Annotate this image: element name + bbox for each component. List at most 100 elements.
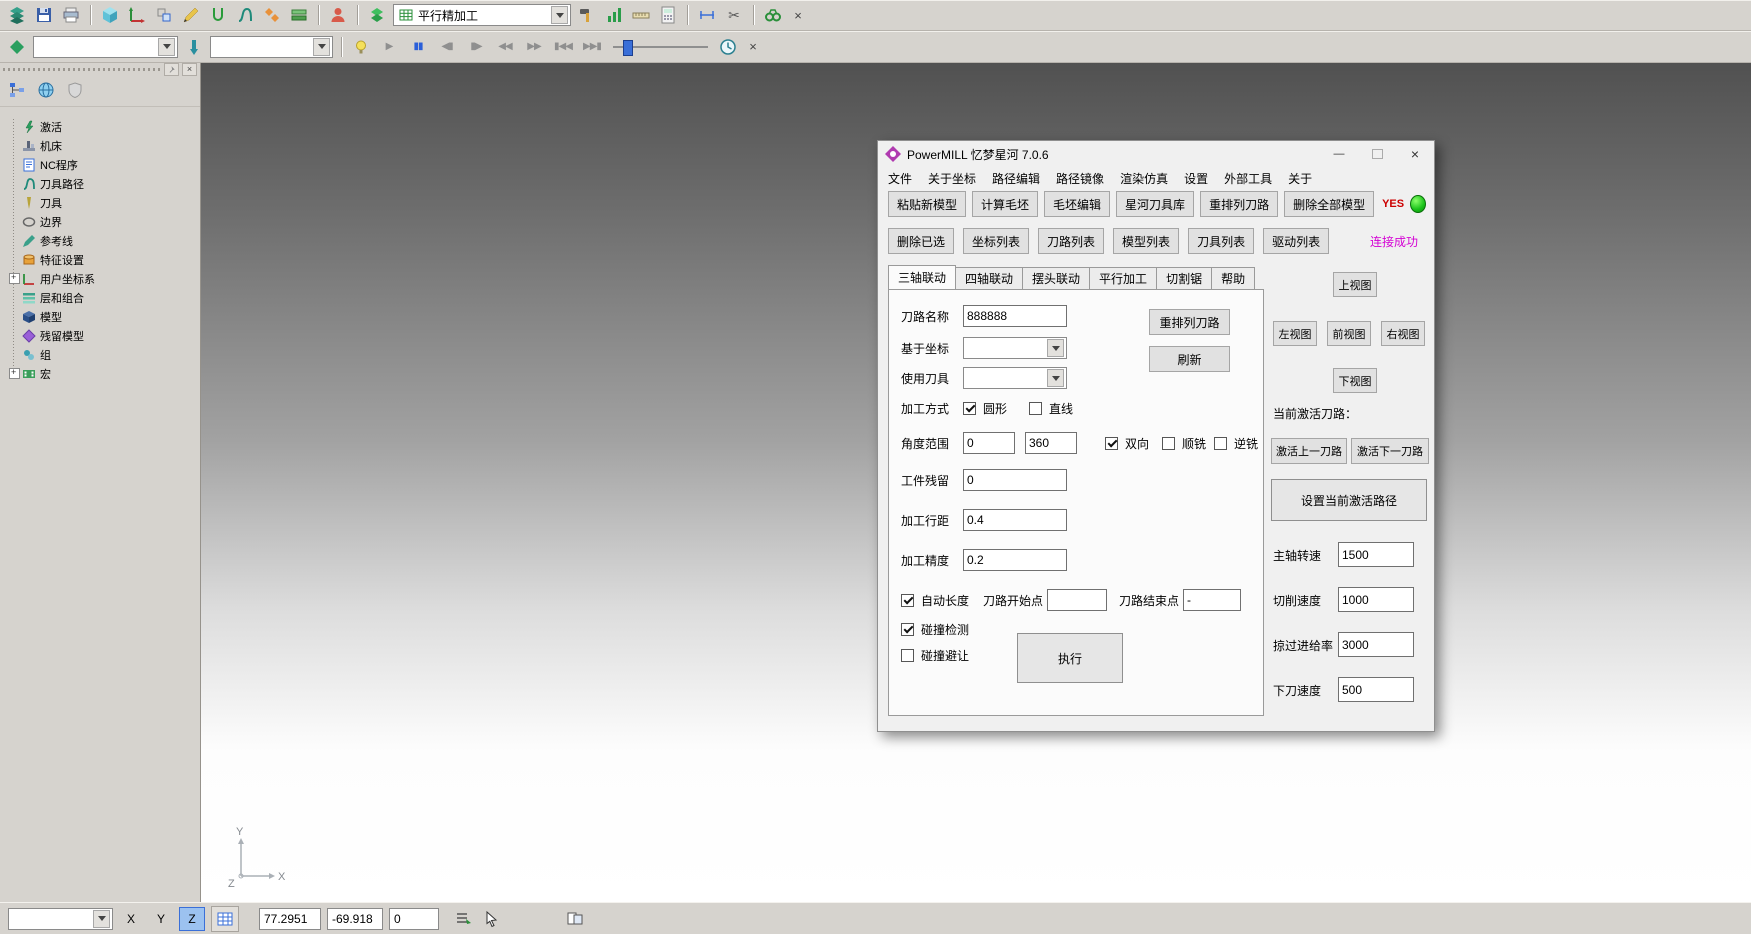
tree-item-activate[interactable]: 激活: [8, 117, 196, 136]
statusbar-combobox[interactable]: [8, 908, 113, 930]
menu-coords[interactable]: 关于坐标: [920, 167, 984, 190]
axis-y-button[interactable]: Y: [149, 908, 173, 930]
tree-item-machine[interactable]: 机床: [8, 136, 196, 155]
stepover-input[interactable]: [963, 509, 1067, 531]
combobox-arrow[interactable]: [551, 6, 568, 24]
binoculars-icon[interactable]: [762, 4, 784, 26]
menu-external-tools[interactable]: 外部工具: [1216, 167, 1280, 190]
menu-path-edit[interactable]: 路径编辑: [984, 167, 1048, 190]
menu-file[interactable]: 文件: [880, 167, 920, 190]
tool-select-icon[interactable]: [183, 36, 205, 58]
panel-refresh-button[interactable]: 刷新: [1149, 346, 1230, 372]
combobox-arrow[interactable]: [93, 910, 110, 928]
view-bottom-button[interactable]: 下视图: [1333, 368, 1377, 393]
toolpath-list-button[interactable]: 刀路列表: [1038, 228, 1104, 254]
tree-item-workplanes[interactable]: 用户坐标系: [8, 269, 196, 288]
go-start-icon[interactable]: ▮◀◀: [551, 36, 575, 58]
tab-4axis[interactable]: 四轴联动: [955, 267, 1023, 289]
combobox-arrow[interactable]: [158, 38, 175, 56]
set-active-path-button[interactable]: 设置当前激活路径: [1271, 479, 1427, 521]
scissors-icon[interactable]: ✂: [723, 4, 745, 26]
toolbar-close-icon[interactable]: ×: [744, 38, 762, 56]
rearrange-toolpaths-button[interactable]: 重排列刀路: [1200, 191, 1278, 217]
block-icon[interactable]: [99, 4, 121, 26]
menu-render-sim[interactable]: 渲染仿真: [1112, 167, 1176, 190]
save-icon[interactable]: [33, 4, 55, 26]
combobox-arrow[interactable]: [313, 38, 330, 56]
dialog-titlebar[interactable]: PowerMILL 忆梦星河 7.0.6 — ×: [878, 141, 1434, 167]
ruler-icon[interactable]: [630, 4, 652, 26]
tree-item-toolpaths[interactable]: 刀具路径: [8, 174, 196, 193]
strategy-preset-combobox[interactable]: 平行精加工: [393, 4, 571, 26]
base-coord-combobox[interactable]: [963, 337, 1067, 359]
block-edit-button[interactable]: 毛坯编辑: [1044, 191, 1110, 217]
pin-icon[interactable]: [164, 63, 179, 76]
panel-rearrange-button[interactable]: 重排列刀路: [1149, 309, 1230, 335]
globe-icon[interactable]: [35, 79, 57, 101]
layers-icon[interactable]: [6, 4, 28, 26]
view-front-button[interactable]: 前视图: [1327, 321, 1371, 346]
panel-close-icon[interactable]: ×: [182, 63, 197, 76]
start-point-input[interactable]: [1047, 589, 1107, 611]
slider-handle[interactable]: [623, 40, 633, 56]
chart-icon[interactable]: [603, 4, 625, 26]
print-icon[interactable]: [60, 4, 82, 26]
view-top-button[interactable]: 上视图: [1333, 272, 1377, 297]
paste-new-model-button[interactable]: 粘贴新模型: [888, 191, 966, 217]
execute-button[interactable]: 执行: [1017, 633, 1123, 683]
calculator-icon[interactable]: [657, 4, 679, 26]
axis-x-button[interactable]: X: [119, 908, 143, 930]
explorer-grip[interactable]: ×: [0, 63, 200, 75]
boundary-icon[interactable]: [207, 4, 229, 26]
workplane-icon[interactable]: [126, 4, 148, 26]
tree-item-feature-sets[interactable]: 特征设置: [8, 250, 196, 269]
animation-speed-slider[interactable]: [613, 38, 708, 56]
tool-library-button[interactable]: 星河刀具库: [1116, 191, 1194, 217]
tab-3axis[interactable]: 三轴联动: [888, 265, 956, 289]
expand-icon[interactable]: [9, 273, 20, 284]
auto-length-checkbox[interactable]: [901, 594, 914, 607]
tree-item-tools[interactable]: 刀具: [8, 193, 196, 212]
model-list-button[interactable]: 模型列表: [1113, 228, 1179, 254]
end-point-input[interactable]: [1183, 589, 1241, 611]
collision-avoid-checkbox[interactable]: [901, 649, 914, 662]
cutting-feed-input[interactable]: [1338, 587, 1414, 612]
expand-icon[interactable]: [9, 368, 20, 379]
plunge-feed-input[interactable]: [1338, 677, 1414, 702]
play-icon[interactable]: ▶: [377, 36, 401, 58]
delete-all-models-button[interactable]: 删除全部模型: [1284, 191, 1374, 217]
activate-prev-button[interactable]: 激活上一刀路: [1271, 438, 1347, 464]
axis-z-button[interactable]: Z: [179, 907, 205, 931]
tree-item-macros[interactable]: 宏: [8, 364, 196, 383]
minimize-icon[interactable]: —: [1320, 141, 1358, 167]
shield-icon[interactable]: [64, 79, 86, 101]
activate-next-button[interactable]: 激活下一刀路: [1351, 438, 1429, 464]
tree-item-nc-program[interactable]: NC程序: [8, 155, 196, 174]
tolerance-input[interactable]: [963, 549, 1067, 571]
toolbar-close-icon[interactable]: ×: [789, 6, 807, 24]
list-options-icon[interactable]: [453, 908, 475, 930]
menu-path-mirror[interactable]: 路径镜像: [1048, 167, 1112, 190]
bulb-icon[interactable]: [350, 36, 372, 58]
toolpath-combobox[interactable]: [33, 36, 178, 58]
step-back-icon[interactable]: ◀▮: [435, 36, 459, 58]
pause-icon[interactable]: ▮▮: [406, 36, 430, 58]
tool-combobox[interactable]: [210, 36, 333, 58]
coord-z-field[interactable]: 0: [389, 908, 439, 930]
conventional-checkbox[interactable]: [1214, 437, 1227, 450]
view-left-button[interactable]: 左视图: [1273, 321, 1317, 346]
rewind-icon[interactable]: ◀◀: [493, 36, 517, 58]
measure-icon[interactable]: [696, 4, 718, 26]
bidirectional-checkbox[interactable]: [1105, 437, 1118, 450]
curve-icon[interactable]: [234, 4, 256, 26]
tree-item-levels[interactable]: 层和组合: [8, 288, 196, 307]
angle-to-input[interactable]: [1025, 432, 1077, 454]
stock-icon[interactable]: [288, 4, 310, 26]
menu-about[interactable]: 关于: [1280, 167, 1320, 190]
maximize-icon[interactable]: [1358, 141, 1396, 167]
tree-item-boundaries[interactable]: 边界: [8, 212, 196, 231]
pointer-icon[interactable]: [481, 908, 503, 930]
stock-remain-input[interactable]: [963, 469, 1067, 491]
tree-item-groups[interactable]: 组: [8, 345, 196, 364]
combobox-arrow[interactable]: [1047, 369, 1064, 387]
